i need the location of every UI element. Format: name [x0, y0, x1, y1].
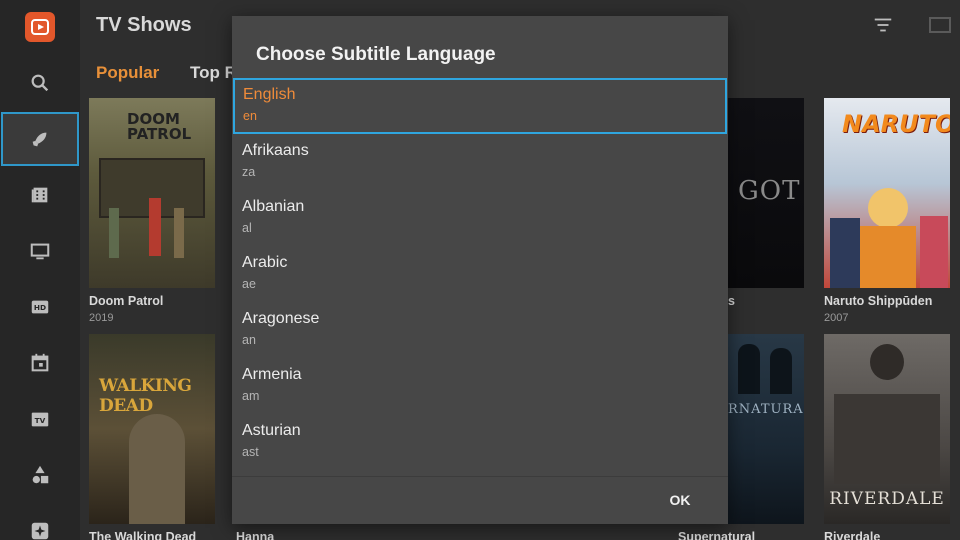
tab-top-rated[interactable]: Top R [190, 63, 237, 83]
play-icon [31, 19, 49, 35]
svg-text:HD: HD [34, 303, 46, 312]
show-poster: DOOM PATROL [89, 98, 215, 288]
sidebar-item-tv-shows[interactable] [1, 112, 79, 166]
language-name: English [243, 86, 296, 103]
dialog-divider [232, 476, 728, 477]
language-code: ast [242, 445, 259, 459]
language-option[interactable]: Arabic ae [232, 246, 728, 302]
language-code: an [242, 333, 256, 347]
show-title: The Walking Dead [89, 530, 197, 540]
sidebar-item-categories[interactable] [0, 448, 80, 502]
language-list: English en Afrikaans za Albanian al Arab… [232, 78, 728, 470]
show-poster: RIVERDALE [824, 334, 950, 524]
language-name: Arabic [242, 254, 288, 271]
language-code: en [243, 109, 257, 123]
show-year: 2019 [89, 312, 114, 324]
sidebar-item-tv[interactable]: TV [0, 392, 80, 446]
language-option[interactable]: Asturian ast [232, 414, 728, 470]
language-name: Asturian [242, 422, 301, 439]
language-code: za [242, 165, 256, 179]
show-year: 2007 [824, 312, 849, 324]
language-code: ae [242, 277, 256, 291]
search-icon [31, 74, 49, 92]
cast-icon[interactable] [926, 14, 954, 38]
show-title: Hanna [236, 530, 275, 540]
language-option[interactable]: Aragonese an [232, 302, 728, 358]
show-card[interactable]: RIVERDALE Riverdale [824, 334, 950, 540]
show-poster: NARUTO [824, 98, 950, 288]
page-title: TV Shows [96, 14, 192, 36]
rocket-icon [32, 132, 47, 147]
sparkle-icon [31, 522, 49, 540]
show-card[interactable]: WALKING DEAD The Walking Dead [89, 334, 215, 540]
sidebar-item-monitor[interactable] [0, 224, 80, 278]
tv-icon: TV [31, 412, 49, 427]
ok-button[interactable]: OK [656, 492, 704, 508]
sidebar-item-search[interactable] [0, 56, 80, 110]
subtitle-language-dialog: Choose Subtitle Language English en Afri… [232, 16, 728, 524]
language-name: Armenia [242, 366, 302, 383]
dialog-title: Choose Subtitle Language [256, 44, 496, 65]
sidebar-item-movies[interactable] [0, 168, 80, 222]
language-name: Aragonese [242, 310, 320, 327]
tab-popular[interactable]: Popular [96, 63, 159, 83]
language-option[interactable]: Afrikaans za [232, 134, 728, 190]
poster-title-text: RIVERDALE [829, 489, 945, 509]
show-card[interactable]: NARUTO Naruto Shippūden 2007 [824, 98, 950, 324]
show-title: Doom Patrol [89, 294, 164, 308]
sidebar-item-calendar[interactable] [0, 336, 80, 390]
sidebar-item-hd[interactable]: HD [0, 280, 80, 334]
language-name: Albanian [242, 198, 305, 215]
language-option[interactable]: English en [233, 78, 727, 134]
svg-text:TV: TV [35, 416, 46, 425]
poster-title-text: GOT [738, 176, 801, 206]
app-window: HD TV TV Shows Popular Top R DOOM PATROL… [0, 0, 960, 540]
show-poster: WALKING DEAD [89, 334, 215, 524]
show-title: Naruto Shippūden [824, 294, 933, 308]
language-option[interactable]: Albanian al [232, 190, 728, 246]
sidebar-item-extras[interactable] [0, 504, 80, 540]
hd-icon: HD [31, 300, 49, 314]
poster-title-text: DOOM PATROL [127, 110, 192, 143]
language-code: am [242, 389, 260, 403]
monitor-icon [30, 243, 50, 260]
sidebar: HD TV [0, 0, 80, 540]
show-title: Riverdale [824, 530, 881, 540]
app-logo [25, 12, 55, 42]
poster-title-text: RNATURAL [728, 402, 804, 417]
poster-title-text: NARUTO [842, 110, 950, 138]
shapes-icon [32, 465, 49, 484]
show-card[interactable]: DOOM PATROL Doom Patrol 2019 [89, 98, 215, 324]
film-icon [31, 187, 48, 203]
language-option[interactable]: Armenia am [232, 358, 728, 414]
poster-title-text: WALKING DEAD [99, 376, 192, 416]
language-name: Afrikaans [242, 142, 309, 159]
calendar-icon [31, 353, 49, 372]
language-code: al [242, 221, 252, 235]
show-title: Supernatural [678, 530, 756, 540]
filter-icon[interactable] [872, 14, 894, 36]
